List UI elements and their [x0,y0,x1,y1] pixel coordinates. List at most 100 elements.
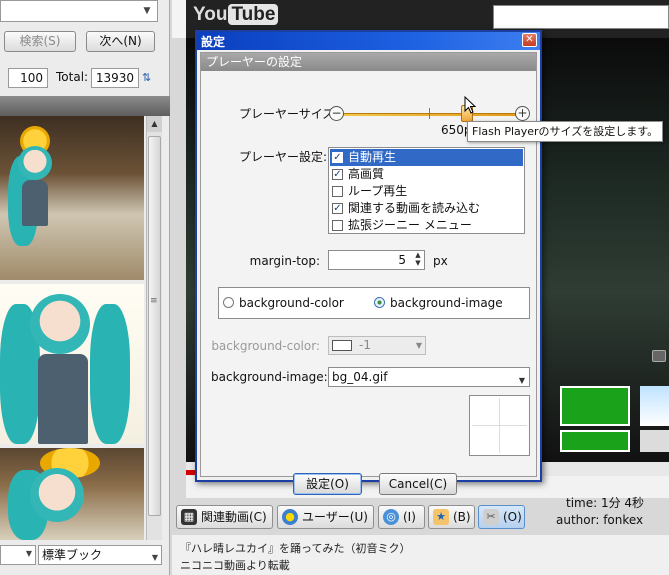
book-select[interactable]: 標準ブック ▼ [38,545,162,565]
logo-you: You [193,4,228,25]
tab-label: (B) [453,510,471,524]
color-swatch [332,340,352,351]
dialog-title-bar[interactable]: 設定 ✕ [197,32,540,50]
next-button[interactable]: 次へ(N) [86,31,155,52]
video-scene-window [640,386,669,426]
page-count-field[interactable]: 100 [8,68,48,88]
option-autoplay[interactable]: ✓ 自動再生 [330,149,523,166]
preview-grid-line [472,425,527,426]
tab-bar: ▦ 関連動画(C) ● ユーザー(U) ◎ (I) ★ (B) ✂ (O) [172,505,552,531]
background-image-select[interactable]: bg_04.gif ▼ [328,367,530,387]
cancel-button[interactable]: Cancel(C) [379,473,457,495]
sort-icon[interactable]: ⇅ [142,71,156,85]
logo-tube: Tube [228,4,279,25]
figure-head [30,294,90,354]
list-header-bar [0,96,170,116]
book-select-value: 標準ブック [42,548,103,562]
figure-hair [90,304,130,444]
radio-background-image[interactable]: background-image [374,296,503,310]
list-scrollbar[interactable]: ▲ ≡ [146,116,162,540]
tab-user[interactable]: ● ユーザー(U) [277,505,374,529]
tab-label: (O) [503,510,522,524]
chevron-down-icon: ▼ [143,6,151,16]
tab-label: ユーザー(U) [302,510,368,524]
video-scene-wall [640,430,669,452]
radio-label: background-image [390,296,503,310]
option-label: 自動再生 [348,150,397,164]
option-high-quality[interactable]: ✓ 高画質 [330,166,523,183]
figure-head [30,468,84,522]
user-icon: ● [282,509,298,525]
tab-label: 関連動画(C) [201,510,267,524]
minus-icon[interactable]: − [329,106,344,121]
chevron-down-icon: ▼ [415,341,422,350]
margin-top-input[interactable]: 5 [328,250,425,270]
radio-background-color[interactable]: background-color [223,296,344,310]
radio-on-icon[interactable] [374,297,385,308]
figure-body [22,180,48,226]
author-label: author: fonkex [556,513,644,527]
video-title-status: 『ハレ晴レユカイ』を踊ってみた（初音ミク） [180,542,411,555]
category-select[interactable]: ▼ [0,0,158,22]
fullscreen-icon[interactable] [652,350,666,362]
tab-options[interactable]: ✂ (O) [478,505,525,529]
time-label: time: 1分 4秒 [566,496,645,510]
checkbox-empty-icon[interactable] [332,186,343,197]
figure-body [38,354,88,444]
bookmark-icon: ★ [433,509,449,525]
option-label: ループ再生 [348,184,408,198]
settings-dialog: 設定 ✕ プレーヤーの設定 プレーヤーサイズ: − + 650px : 487p… [195,30,542,495]
video-scene-board [560,386,630,426]
background-color-label: background-color: [211,339,320,353]
player-size-label: プレーヤーサイズ: [239,107,339,121]
background-mode-group: background-color background-image [218,287,530,319]
figure-head [18,146,52,180]
scroll-up-icon[interactable]: ▲ [147,116,162,132]
radio-label: background-color [239,296,344,310]
tab-bookmark[interactable]: ★ (B) [428,505,475,529]
dialog-title: 設定 [201,35,226,49]
margin-top-label: margin-top: [249,254,320,268]
close-icon[interactable]: ✕ [522,33,537,47]
background-color-value: -1 [359,338,371,352]
checkbox-empty-icon[interactable] [332,220,343,231]
player-size-slider[interactable] [337,113,517,116]
radio-off-icon[interactable] [223,297,234,308]
film-icon: ▦ [181,509,197,525]
tab-label: (I) [403,510,416,524]
player-options-label: プレーヤー設定: [239,150,328,164]
left-bottom-select[interactable]: ▼ [0,545,36,565]
chevron-down-icon: ▼ [151,553,158,562]
mouse-cursor-icon [464,96,476,114]
option-loop[interactable]: ループ再生 [330,183,523,200]
scrollbar-thumb[interactable] [148,136,161,516]
plus-icon[interactable]: + [515,106,530,121]
checkbox-checked-icon[interactable]: ✓ [332,152,343,163]
ok-button[interactable]: 設定(O) [293,473,362,495]
option-load-related[interactable]: ✓ 関連する動画を読み込む [330,200,523,217]
video-scene-board [560,430,630,452]
search-button[interactable]: 検索(S) [4,31,76,52]
option-genie-menu[interactable]: 拡張ジーニー メニュー [330,217,523,234]
video-source-status: ニコニコ動画より転載 [180,559,290,572]
section-header: プレーヤーの設定 [201,53,536,71]
chevron-down-icon: ▼ [518,376,525,385]
tab-info[interactable]: ◎ (I) [378,505,425,529]
total-label: Total: [56,70,89,84]
option-label: 高画質 [348,167,385,181]
video-thumbnail[interactable] [0,448,144,540]
slider-tick [429,108,430,119]
video-thumbnail[interactable] [0,284,144,444]
video-thumbnail[interactable] [0,116,144,280]
tab-related-videos[interactable]: ▦ 関連動画(C) [176,505,273,529]
grip-icon: ≡ [150,296,158,306]
youtube-search-input[interactable] [493,5,669,29]
spinner-icon[interactable]: ▲ ▼ [412,251,424,269]
background-image-label: background-image: [211,370,328,384]
dialog-body: プレーヤーの設定 プレーヤーサイズ: − + 650px : 487px プレー… [200,52,537,495]
checkbox-checked-icon[interactable]: ✓ [332,169,343,180]
tooltip: Flash Playerのサイズを設定します。 [467,121,664,142]
checkbox-checked-icon[interactable]: ✓ [332,203,343,214]
chevron-down-icon: ▼ [25,549,32,558]
background-color-select: -1 ▼ [328,336,426,355]
